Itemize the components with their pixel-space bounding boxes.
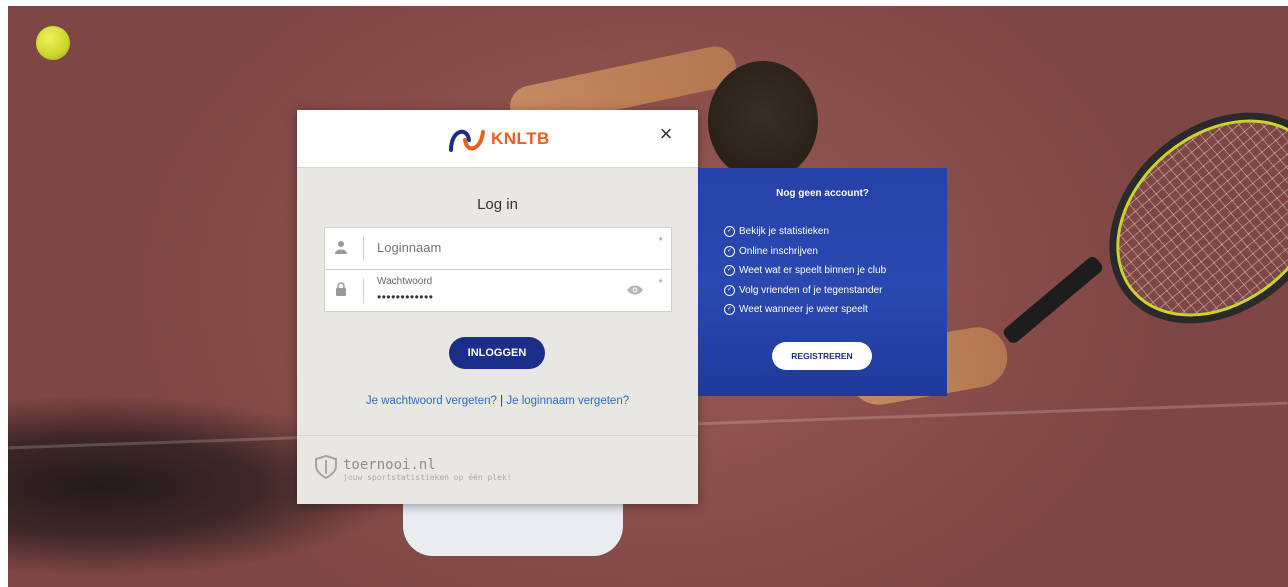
- login-form: * Wachtwoord •••••••••••• *: [324, 227, 672, 312]
- check-circle-icon: ✓: [724, 265, 735, 277]
- check-circle-icon: ✓: [724, 304, 735, 316]
- racket-handle: [1001, 254, 1105, 346]
- list-item-label: Online inschrijven: [739, 245, 818, 257]
- eye-icon[interactable]: [627, 284, 643, 298]
- list-item-label: Weet wat er speelt binnen je club: [739, 265, 887, 277]
- list-item: ✓ Online inschrijven: [724, 242, 886, 262]
- check-circle-icon: ✓: [724, 245, 735, 257]
- player-head: [708, 61, 818, 181]
- modal-header: KNLTB ×: [297, 110, 698, 168]
- list-item: ✓ Weet wat er speelt binnen je club: [724, 261, 886, 281]
- list-item-label: Weet wanneer je weer speelt: [739, 304, 868, 316]
- shield-icon: [315, 454, 337, 484]
- password-label: Wachtwoord: [377, 276, 433, 287]
- panel-title: Nog geen account?: [776, 188, 869, 199]
- forgot-password-link[interactable]: Je wachtwoord vergeten?: [366, 395, 497, 407]
- required-mark: *: [658, 234, 663, 248]
- racket-image: [1067, 69, 1288, 367]
- login-modal: KNLTB × Log in * Wachtwoord ••••••••••••…: [297, 110, 698, 504]
- footer-tagline: jouw sportstatistieken op één plek!: [343, 473, 512, 482]
- modal-title: Log in: [477, 196, 518, 213]
- close-button[interactable]: ×: [656, 123, 676, 145]
- list-item-label: Bekijk je statistieken: [739, 226, 830, 238]
- list-item: ✓ Volg vrienden of je tegenstander: [724, 281, 886, 301]
- password-input[interactable]: ••••••••••••: [377, 290, 433, 304]
- forgot-links: Je wachtwoord vergeten? | Je loginnaam v…: [297, 395, 698, 407]
- login-button[interactable]: INLOGGEN: [449, 337, 545, 369]
- knltb-logo: KNLTB: [447, 124, 550, 154]
- password-field: Wachtwoord •••••••••••• *: [325, 269, 671, 311]
- lock-icon: [335, 282, 349, 298]
- knltb-logo-icon: [449, 129, 485, 152]
- list-item: ✓ Weet wanneer je weer speelt: [724, 300, 886, 320]
- field-divider: [363, 278, 364, 303]
- user-icon: [335, 240, 349, 256]
- list-item-label: Volg vrienden of je tegenstander: [739, 284, 883, 296]
- footer-brand-name: toernooi.nl: [343, 457, 436, 473]
- username-field: *: [325, 228, 671, 269]
- check-circle-icon: ✓: [724, 226, 735, 238]
- register-button[interactable]: REGISTREREN: [772, 342, 872, 370]
- links-separator: |: [500, 395, 504, 407]
- username-input[interactable]: [377, 240, 637, 255]
- benefits-list: ✓ Bekijk je statistieken ✓ Online inschrij…: [724, 222, 886, 320]
- list-item: ✓ Bekijk je statistieken: [724, 222, 886, 242]
- register-panel: Nog geen account? ✓ Bekijk je statistieke…: [698, 168, 947, 396]
- field-divider: [363, 236, 364, 261]
- brand-name: KNLTB: [491, 129, 550, 148]
- check-circle-icon: ✓: [724, 284, 735, 296]
- toernooi-logo: toernooi.nl jouw sportstatistieken op éé…: [315, 454, 512, 484]
- required-mark: *: [658, 276, 663, 290]
- tennis-ball-image: [36, 26, 70, 60]
- forgot-username-link[interactable]: Je loginnaam vergeten?: [506, 395, 629, 407]
- footer-divider: [297, 435, 698, 436]
